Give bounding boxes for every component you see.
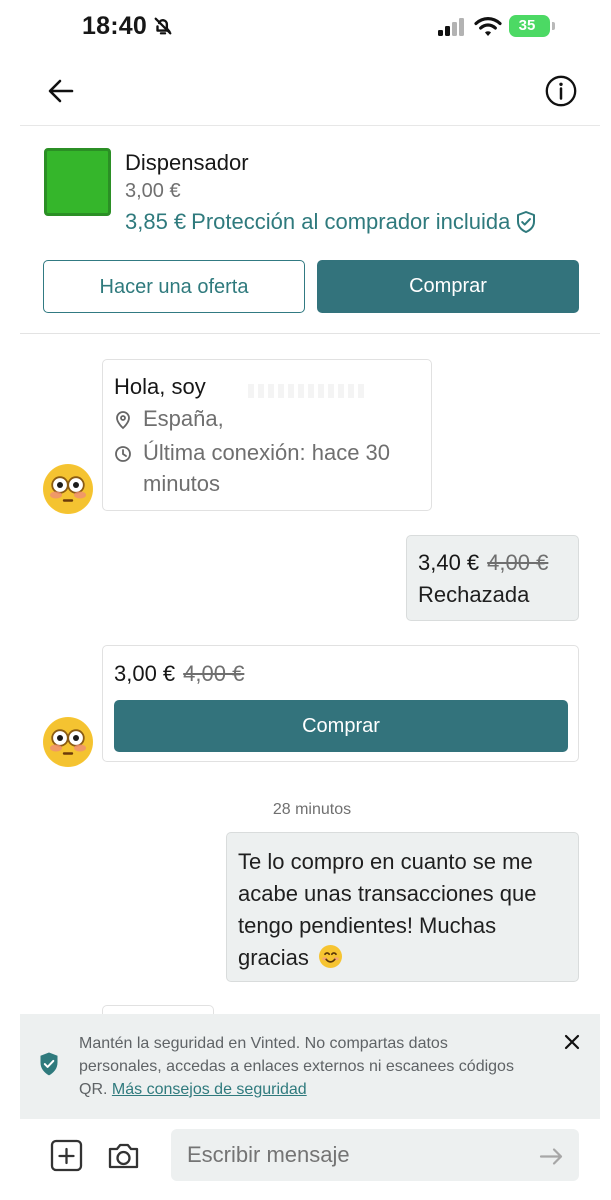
flushed-face-emoji <box>44 465 92 513</box>
item-summary: Dispensador 3,00 € 3,85 € Protección al … <box>20 126 600 334</box>
seller-offer-price: 3,00 € <box>114 661 176 686</box>
bell-off-icon <box>154 17 172 35</box>
profile-last-seen-row: Última conexión: hace 30 minutos <box>114 437 429 499</box>
battery-percent: 35 <box>518 17 536 34</box>
flushed-face-emoji <box>44 718 92 766</box>
redacted-name <box>248 384 368 398</box>
profile-greeting: Hola, soy <box>114 374 206 399</box>
safety-tips-link[interactable]: Más consejos de seguridad <box>112 1081 307 1098</box>
buyer-protection-price: 3,85 € Protección al comprador incluida <box>125 209 537 235</box>
info-icon[interactable] <box>544 74 578 108</box>
sent-message-bubble: Te lo compro en cuanto se me acabe unas … <box>226 832 579 982</box>
shield-check-icon <box>40 1052 58 1076</box>
seller-offer-card: 3,00 € 4,00 € Comprar <box>102 645 579 762</box>
message-composer <box>20 1119 600 1200</box>
sent-offer-bubble: 3,40 € 4,00 € Rechazada <box>406 535 579 621</box>
add-attachment-icon[interactable] <box>49 1139 84 1173</box>
offer-buy-button[interactable]: Comprar <box>114 700 568 752</box>
message-timestamp: 28 minutos <box>272 801 352 818</box>
battery-icon: 35 <box>509 15 555 37</box>
signal-icon <box>438 18 464 36</box>
message-input[interactable] <box>171 1129 579 1181</box>
location-pin-icon <box>116 411 130 430</box>
clock-icon <box>115 446 131 462</box>
battery-cap <box>552 22 555 30</box>
offer-status: Rechazada <box>418 582 530 607</box>
shield-check-icon <box>517 211 536 233</box>
sent-offer-prices: 3,40 € 4,00 € <box>418 550 548 576</box>
seller-offer-prices: 3,00 € 4,00 € <box>114 661 244 687</box>
sent-offer-original-price: 4,00 € <box>487 550 549 575</box>
sent-offer-price: 3,40 € <box>418 550 480 575</box>
buy-button[interactable]: Comprar <box>317 260 579 313</box>
seller-profile-card: Hola, soy España, Última conexión: hace … <box>102 359 432 511</box>
profile-location-row: España, <box>114 403 224 434</box>
status-time: 18:40 <box>82 12 147 40</box>
item-price: 3,00 € <box>125 180 181 202</box>
item-thumbnail[interactable] <box>44 148 111 216</box>
send-arrow-icon[interactable] <box>538 1143 565 1170</box>
message-text: Te lo compro en cuanto se me acabe unas … <box>238 849 537 970</box>
item-title[interactable]: Dispensador <box>125 150 249 176</box>
safety-banner: Mantén la seguridad en Vinted. No compar… <box>20 1014 600 1119</box>
status-bar: 18:40 35 <box>0 0 611 56</box>
camera-icon[interactable] <box>106 1139 141 1173</box>
chat-messages[interactable]: Hola, soy España, Última conexión: hace … <box>20 335 600 1015</box>
seller-avatar[interactable] <box>43 717 93 767</box>
profile-location: España, <box>143 406 224 431</box>
make-offer-button[interactable]: Hacer una oferta <box>43 260 305 313</box>
arrow-left-icon[interactable] <box>46 76 76 106</box>
wifi-icon <box>474 17 502 36</box>
seller-offer-original-price: 4,00 € <box>183 661 245 686</box>
profile-last-seen: Última conexión: hace 30 minutos <box>143 440 391 496</box>
smiling-face-emoji <box>319 945 343 968</box>
top-navigation-bar <box>20 56 600 126</box>
safety-message: Mantén la seguridad en Vinted. No compar… <box>79 1032 534 1101</box>
seller-avatar[interactable] <box>43 464 93 514</box>
protection-label: Protección al comprador incluida <box>191 209 511 234</box>
total-price: 3,85 € <box>125 209 187 234</box>
close-icon[interactable] <box>562 1032 582 1052</box>
